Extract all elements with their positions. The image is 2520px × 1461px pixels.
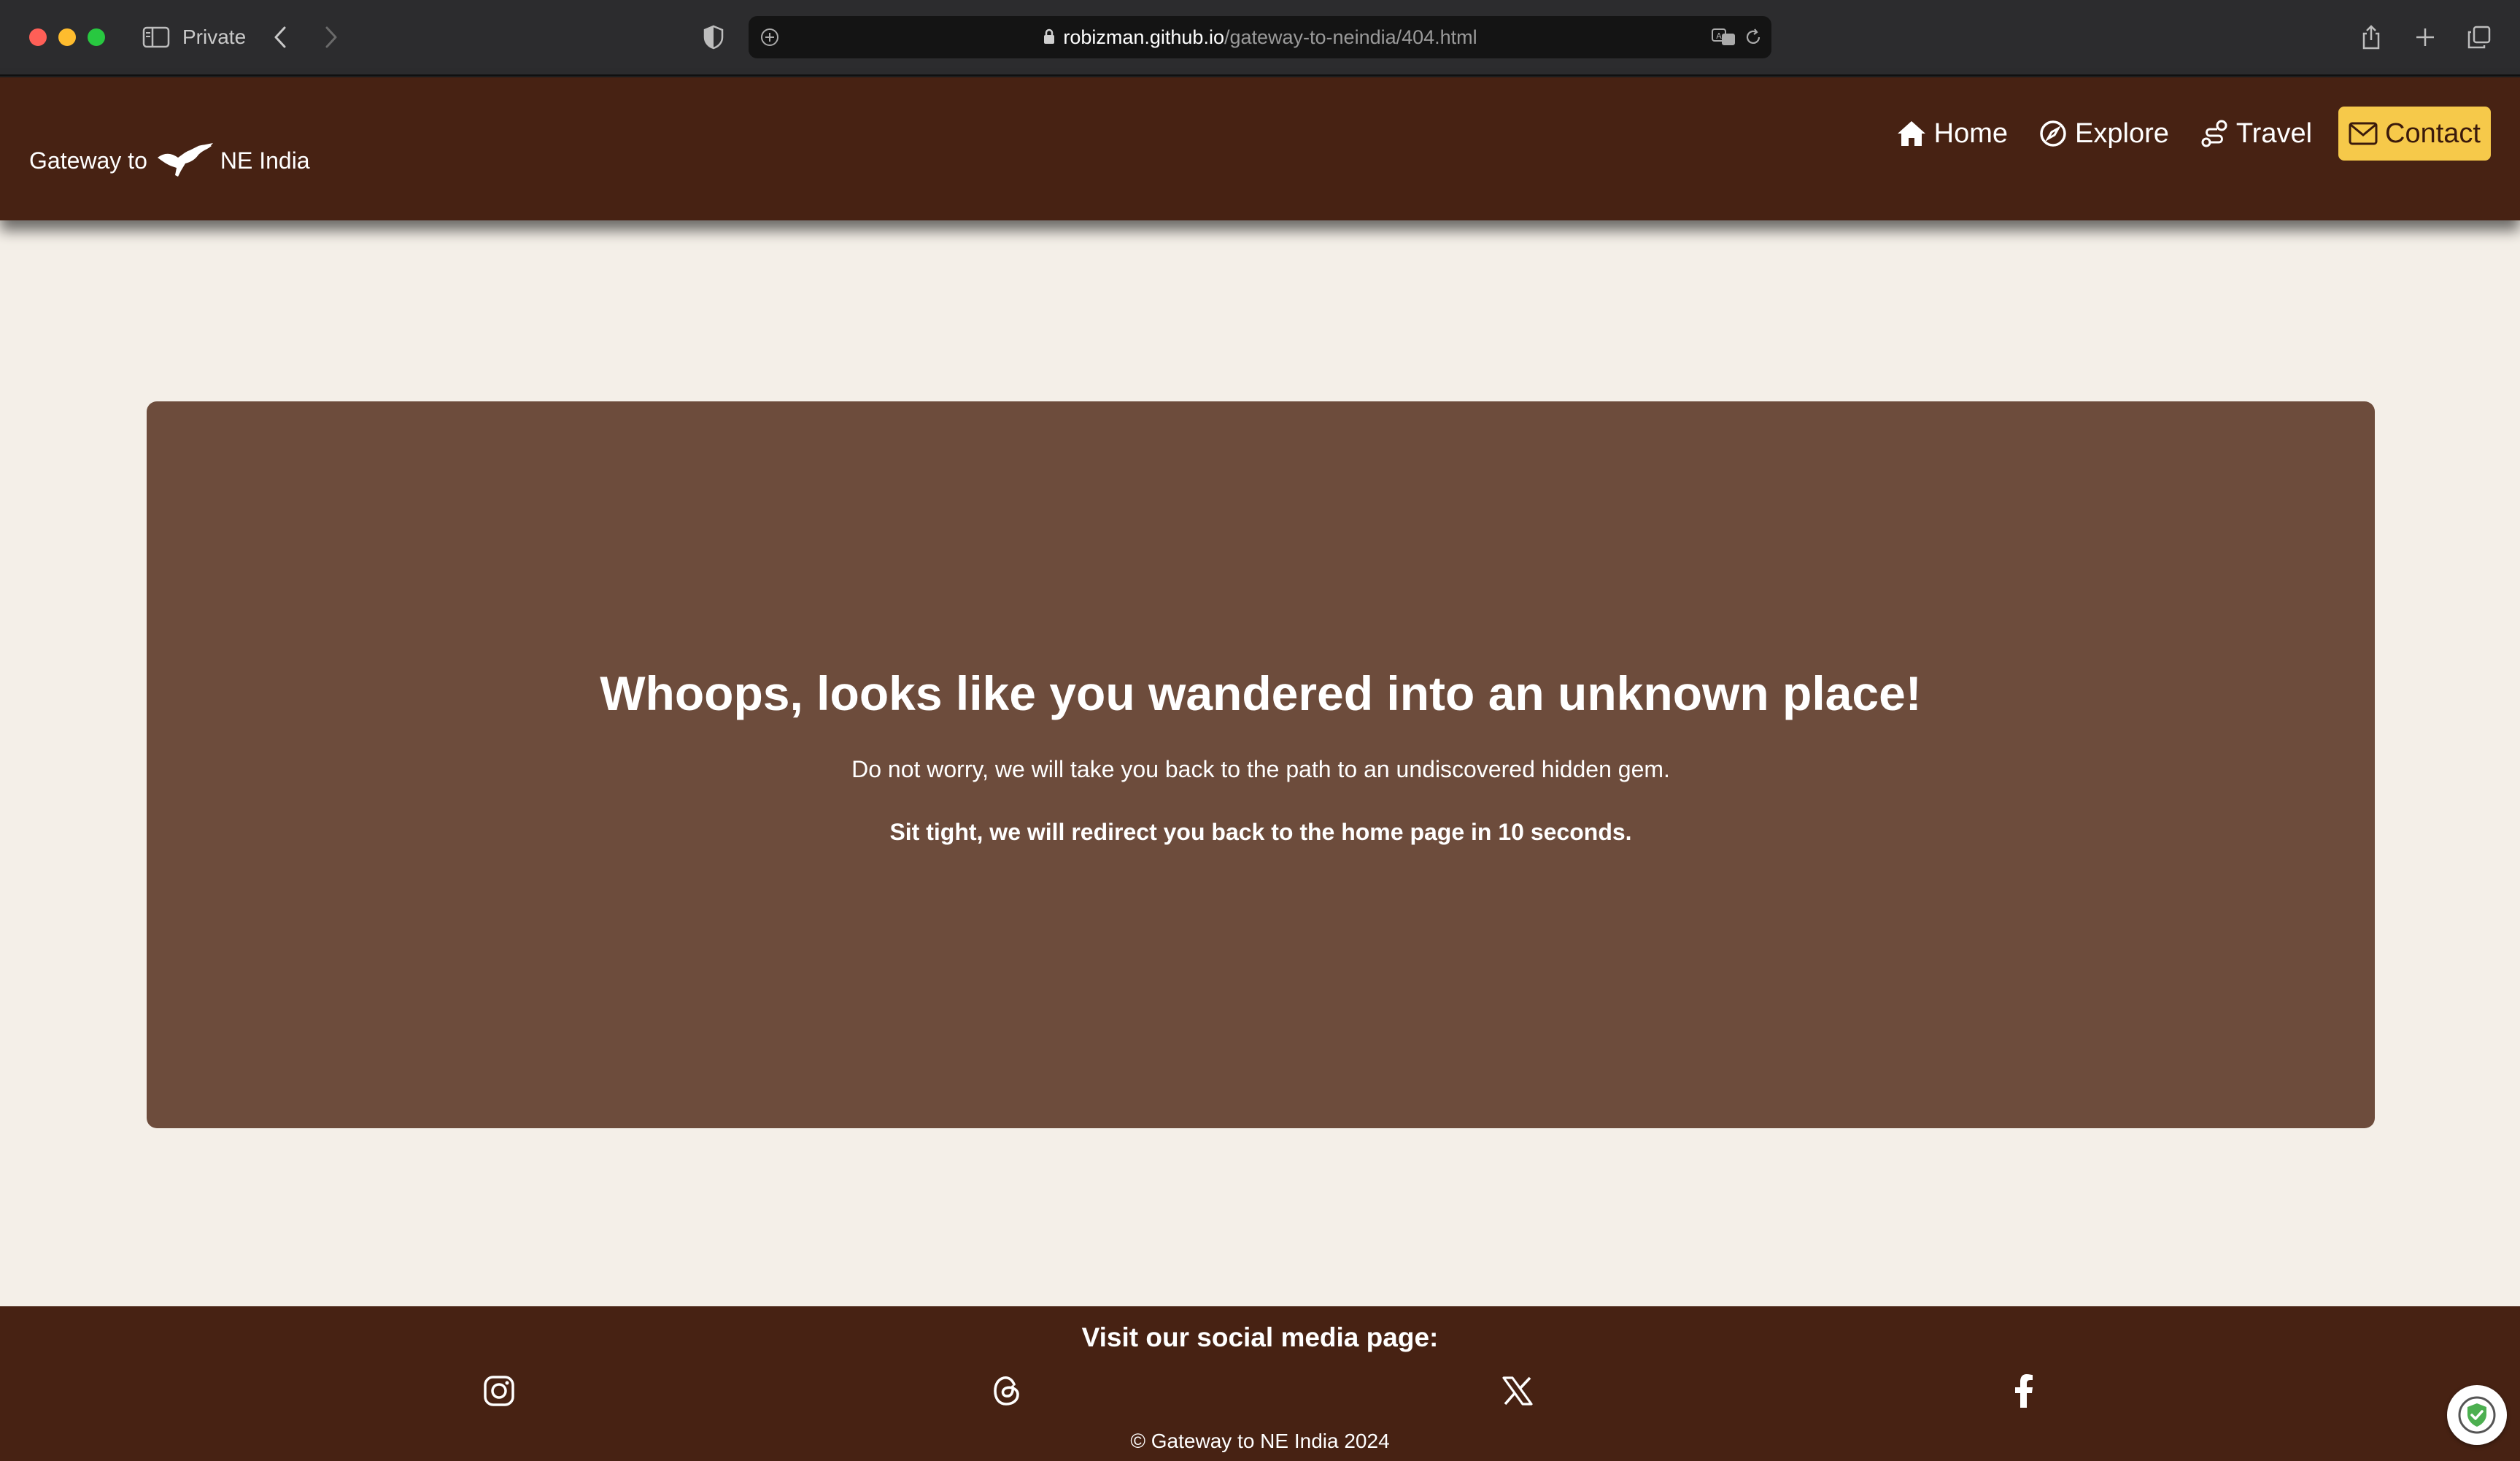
privacy-shield-icon[interactable] <box>699 22 728 53</box>
home-icon <box>1897 121 1925 146</box>
security-extension-icon[interactable] <box>2447 1385 2507 1445</box>
threads-icon[interactable] <box>986 1371 1027 1411</box>
nav-explore-label: Explore <box>2075 117 2169 149</box>
x-icon[interactable] <box>1497 1371 1538 1411</box>
site-footer: Visit our social media page: © Gateway t… <box>0 1306 2520 1461</box>
site-logo[interactable]: Gateway to NE India <box>29 142 310 180</box>
address-bar[interactable]: robizman.github.io/gateway-to-neindia/40… <box>749 16 1771 58</box>
route-icon <box>2201 120 2227 147</box>
private-mode-label: Private <box>182 26 247 48</box>
browser-toolbar: Private robizman.github.io/gateway-to-ne… <box>0 0 2520 76</box>
error-message: Do not worry, we will take you back to t… <box>851 756 1670 782</box>
svg-text:A: A <box>1716 31 1722 41</box>
tab-overview-icon[interactable] <box>2465 22 2494 53</box>
sidebar-toggle-icon[interactable] <box>142 22 171 53</box>
nav-home-link[interactable]: Home <box>1892 107 2012 161</box>
nav-explore-link[interactable]: Explore <box>2034 107 2173 161</box>
instagram-icon[interactable] <box>479 1371 519 1411</box>
error-card: Whoops, looks like you wandered into an … <box>147 401 2375 1128</box>
lock-icon <box>1044 28 1055 44</box>
zoom-window-button[interactable] <box>88 28 105 46</box>
page-body: Gateway to NE India Home Explore Travel <box>0 77 2520 1461</box>
brand-suffix: NE India <box>220 147 310 174</box>
error-title: Whoops, looks like you wandered into an … <box>600 666 1922 720</box>
nav-menu: Home Explore Travel Contact <box>1892 107 2491 161</box>
forward-button[interactable] <box>318 22 344 53</box>
nav-travel-link[interactable]: Travel <box>2195 107 2316 161</box>
redirect-notice: Sit tight, we will redirect you back to … <box>889 819 1632 845</box>
nav-contact-button[interactable]: Contact <box>2338 107 2491 161</box>
reload-icon[interactable] <box>1741 25 1766 50</box>
copyright-text: © Gateway to NE India 2024 <box>1130 1430 1390 1452</box>
new-tab-icon[interactable] <box>2411 22 2440 53</box>
translate-icon[interactable]: A <box>1710 25 1738 50</box>
hornbill-icon <box>157 143 213 177</box>
back-button[interactable] <box>267 22 293 53</box>
envelope-icon <box>2349 122 2378 145</box>
nav-home-label: Home <box>1933 117 2009 149</box>
social-heading: Visit our social media page: <box>1081 1322 1439 1352</box>
brand-prefix: Gateway to <box>29 147 147 174</box>
url-text: robizman.github.io/gateway-to-neindia/40… <box>749 26 1771 49</box>
nav-contact-label: Contact <box>2385 117 2481 149</box>
minimize-window-button[interactable] <box>58 28 76 46</box>
facebook-icon[interactable] <box>2003 1371 2044 1411</box>
nav-travel-label: Travel <box>2235 117 2313 149</box>
top-navbar: Gateway to NE India Home Explore Travel <box>0 77 2520 220</box>
share-icon[interactable] <box>2357 22 2386 53</box>
close-window-button[interactable] <box>29 28 47 46</box>
compass-icon <box>2040 120 2066 147</box>
